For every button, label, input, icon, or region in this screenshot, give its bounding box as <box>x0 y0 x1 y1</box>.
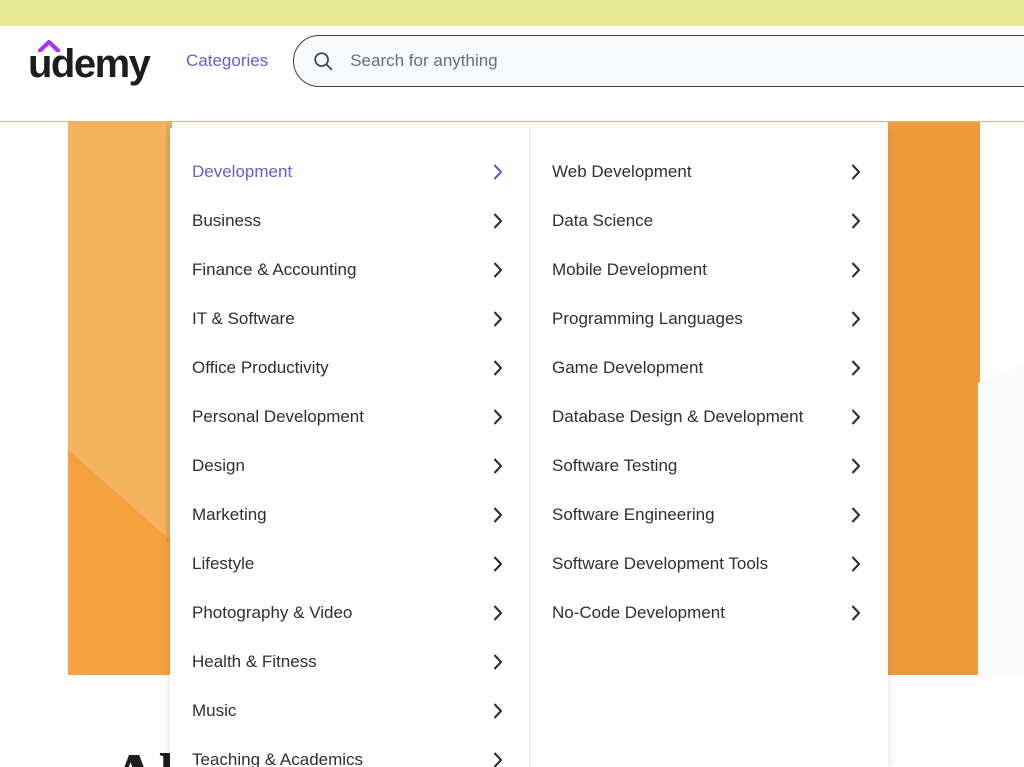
category-menu-item[interactable]: Mobile Development <box>530 246 887 295</box>
chevron-right-icon <box>851 507 861 523</box>
chevron-right-icon <box>851 164 861 180</box>
chevron-right-icon <box>493 311 503 327</box>
category-menu-item-label: Programming Languages <box>552 295 757 331</box>
category-menu-item-label: Marketing <box>192 491 281 527</box>
chevron-right-icon <box>851 262 861 278</box>
category-menu-item-label: Development <box>192 148 306 184</box>
chevron-right-icon <box>493 164 503 180</box>
category-menu-item[interactable]: Web Development <box>530 148 887 197</box>
category-menu-item[interactable]: Finance & Accounting <box>170 246 529 295</box>
category-menu-item[interactable]: Office Productivity <box>170 344 529 393</box>
categories-dropdown: Development Business Finance & Accounting I… <box>170 128 888 767</box>
page-root: t Ab udemy Categories DevelopmentBus <box>0 0 1024 767</box>
category-menu-item-label: Database Design & Development <box>552 393 817 429</box>
category-menu-item[interactable]: Design <box>170 442 529 491</box>
category-menu-item[interactable]: Development <box>170 148 529 197</box>
category-menu-item-label: Design <box>192 442 259 478</box>
chevron-right-icon <box>493 360 503 376</box>
category-menu-item-label: Music <box>192 687 250 723</box>
category-list-secondary: Web Development Data Science Mobile Develo… <box>530 128 887 767</box>
category-menu-item[interactable]: Personal Development <box>170 393 529 442</box>
category-menu-item[interactable]: Data Science <box>530 197 887 246</box>
chevron-right-icon <box>493 605 503 621</box>
chevron-right-icon <box>493 409 503 425</box>
category-menu-item[interactable]: Photography & Video <box>170 589 529 638</box>
category-menu-item-label: IT & Software <box>192 295 309 331</box>
search-input[interactable] <box>350 51 1024 71</box>
category-list-primary: Development Business Finance & Accounting I… <box>170 128 530 767</box>
chevron-right-icon <box>493 262 503 278</box>
category-menu-item[interactable]: Health & Fitness <box>170 638 529 687</box>
site-header: udemy Categories <box>0 26 1024 96</box>
nav-categories-link[interactable]: Categories <box>186 51 268 71</box>
promo-banner-text: t <box>958 0 962 3</box>
category-menu-item-label: Game Development <box>552 344 717 380</box>
category-menu-item-label: Software Engineering <box>552 491 729 527</box>
category-menu-item[interactable]: Software Testing <box>530 442 887 491</box>
category-menu-item[interactable]: Music <box>170 687 529 736</box>
category-menu-item-label: Finance & Accounting <box>192 246 370 282</box>
category-menu-item-label: Personal Development <box>192 393 378 429</box>
category-menu-item-label: Lifestyle <box>192 540 268 576</box>
chevron-right-icon <box>851 605 861 621</box>
chevron-right-icon <box>493 752 503 767</box>
category-menu-item-label: Software Development Tools <box>552 540 782 576</box>
category-menu-item[interactable]: Marketing <box>170 491 529 540</box>
chevron-right-icon <box>493 703 503 719</box>
category-menu-item[interactable]: Programming Languages <box>530 295 887 344</box>
chevron-right-icon <box>493 507 503 523</box>
chevron-right-icon <box>493 458 503 474</box>
category-menu-item[interactable]: Game Development <box>530 344 887 393</box>
category-menu-item-label: Software Testing <box>552 442 691 478</box>
category-menu-item-label: Health & Fitness <box>192 638 331 674</box>
category-menu-item-label: Data Science <box>552 197 667 233</box>
search-icon <box>312 50 334 72</box>
udemy-logo-text: udemy <box>28 42 149 86</box>
udemy-logo[interactable]: udemy <box>28 39 160 83</box>
chevron-right-icon <box>851 360 861 376</box>
category-menu-item-label: No-Code Development <box>552 589 739 625</box>
hero-shape-right-notch <box>978 364 1024 676</box>
chevron-right-icon <box>851 556 861 572</box>
promo-banner: t <box>0 0 1024 26</box>
chevron-right-icon <box>493 654 503 670</box>
category-menu-item[interactable]: Database Design & Development <box>530 393 887 442</box>
chevron-right-icon <box>851 213 861 229</box>
category-menu-item-label: Teaching & Academics <box>192 736 377 767</box>
category-menu-item[interactable]: No-Code Development <box>530 589 887 638</box>
category-menu-item-label: Mobile Development <box>552 246 721 282</box>
category-menu-item[interactable]: IT & Software <box>170 295 529 344</box>
category-menu-item[interactable]: Teaching & Academics <box>170 736 529 767</box>
chevron-right-icon <box>851 311 861 327</box>
search-bar[interactable] <box>293 35 1024 87</box>
category-menu-item[interactable]: Business <box>170 197 529 246</box>
chevron-right-icon <box>493 556 503 572</box>
hero-shape-right <box>888 122 980 675</box>
chevron-right-icon <box>851 458 861 474</box>
category-menu-item[interactable]: Software Development Tools <box>530 540 887 589</box>
category-menu-item-label: Photography & Video <box>192 589 366 625</box>
category-menu-item-label: Web Development <box>552 148 706 184</box>
category-menu-item-label: Office Productivity <box>192 344 343 380</box>
category-menu-item-label: Business <box>192 197 275 233</box>
chevron-right-icon <box>493 213 503 229</box>
category-menu-item[interactable]: Software Engineering <box>530 491 887 540</box>
category-menu-item[interactable]: Lifestyle <box>170 540 529 589</box>
chevron-right-icon <box>851 409 861 425</box>
